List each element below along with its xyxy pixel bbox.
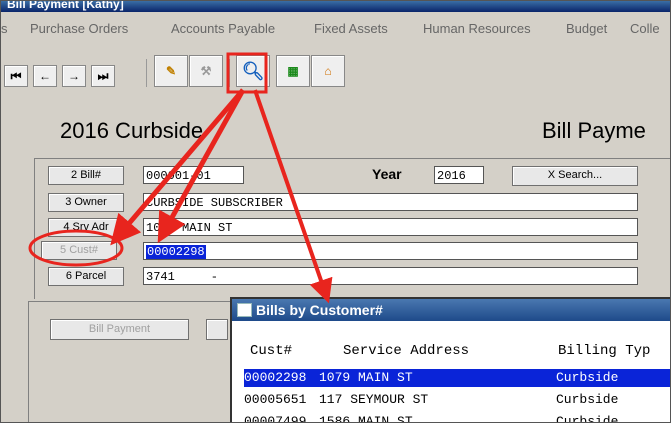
bill-number-button[interactable]: 2 Bill#: [48, 166, 124, 185]
menu-bar: s Purchase Orders Accounts Payable Fixed…: [1, 19, 670, 41]
service-address-button[interactable]: 4 Srv Adr: [48, 218, 124, 237]
toolbar-separator: [229, 59, 230, 87]
year-field[interactable]: 2016: [434, 166, 484, 184]
row-billing-type: Curbside: [556, 392, 619, 407]
table-row[interactable]: 00007499 1586 MAIN ST Curbside: [244, 413, 670, 423]
last-record-icon[interactable]: ⏭: [91, 65, 115, 87]
window-title: Bill Payment [Kathy]: [7, 0, 124, 11]
bill-payment-button[interactable]: Bill Payment: [50, 319, 189, 340]
row-cust: 00005651: [244, 392, 307, 407]
bills-by-customer-popup: Bills by Customer# Cust# Service Address…: [230, 297, 670, 423]
window-icon: [237, 303, 252, 317]
search-icon[interactable]: 🔍︎: [236, 55, 270, 87]
parcel-button[interactable]: 6 Parcel: [48, 267, 124, 286]
calculator-icon[interactable]: ▦: [276, 55, 310, 87]
column-header-service-address[interactable]: Service Address: [343, 343, 469, 359]
row-cust: 00007499: [244, 414, 307, 423]
menu-item-budget[interactable]: Budget: [566, 21, 607, 36]
partial-button[interactable]: [206, 319, 228, 340]
menu-item-human-resources[interactable]: Human Resources: [423, 21, 531, 36]
page-subtitle: Bill Payme: [542, 118, 646, 143]
title-bar: Bill Payment [Kathy]: [1, 1, 670, 12]
pencil-icon[interactable]: ✎: [154, 55, 188, 87]
parcel-field[interactable]: 3741 -: [143, 267, 638, 285]
column-header-cust[interactable]: Cust#: [250, 343, 292, 359]
column-header-billing-type[interactable]: Billing Typ: [558, 343, 650, 359]
table-row[interactable]: 00002298 1079 MAIN ST Curbside: [244, 369, 670, 387]
toolbar: ⏮ ← → ⏭ ✎ ⚒ 🔍︎ ▦ ⌂: [1, 45, 670, 87]
search-button[interactable]: X Search...: [512, 166, 638, 186]
row-billing-type: Curbside: [556, 370, 619, 385]
app-window: Bill Payment [Kathy] s Purchase Orders A…: [0, 0, 671, 423]
bill-number-field[interactable]: 000001-01: [143, 166, 244, 184]
page-title: 2016 Curbside: [60, 118, 204, 143]
menu-item-collections[interactable]: Colle: [630, 21, 660, 36]
customer-number-value: 00002298: [146, 245, 206, 259]
menu-item-fixed-assets[interactable]: Fixed Assets: [314, 21, 388, 36]
menu-item-purchase-orders[interactable]: Purchase Orders: [30, 21, 128, 36]
next-record-icon[interactable]: →: [62, 65, 86, 87]
year-label: Year: [372, 166, 402, 182]
menu-item-accounts-payable[interactable]: Accounts Payable: [171, 21, 275, 36]
stamp-icon[interactable]: ⚒: [189, 55, 223, 87]
row-address: 1586 MAIN ST: [319, 414, 413, 423]
owner-field[interactable]: CURBSIDE SUBSCRIBER: [143, 193, 638, 211]
popup-title: Bills by Customer#: [256, 302, 383, 318]
service-address-field[interactable]: 1079 MAIN ST: [143, 218, 638, 236]
row-cust: 00002298: [244, 370, 307, 385]
owner-button[interactable]: 3 Owner: [48, 193, 124, 212]
popup-title-bar: Bills by Customer#: [232, 299, 670, 321]
customer-number-button[interactable]: 5 Cust#: [41, 241, 117, 260]
toolbar-separator: [146, 59, 147, 87]
customer-number-field[interactable]: 00002298: [143, 242, 638, 260]
table-row[interactable]: 00005651 117 SEYMOUR ST Curbside: [244, 391, 670, 409]
first-record-icon[interactable]: ⏮: [4, 65, 28, 87]
row-billing-type: Curbside: [556, 414, 619, 423]
row-address: 117 SEYMOUR ST: [319, 392, 429, 407]
menu-item-s[interactable]: s: [1, 21, 8, 36]
previous-record-icon[interactable]: ←: [33, 65, 57, 87]
home-icon[interactable]: ⌂: [311, 55, 345, 87]
row-address: 1079 MAIN ST: [319, 370, 413, 385]
